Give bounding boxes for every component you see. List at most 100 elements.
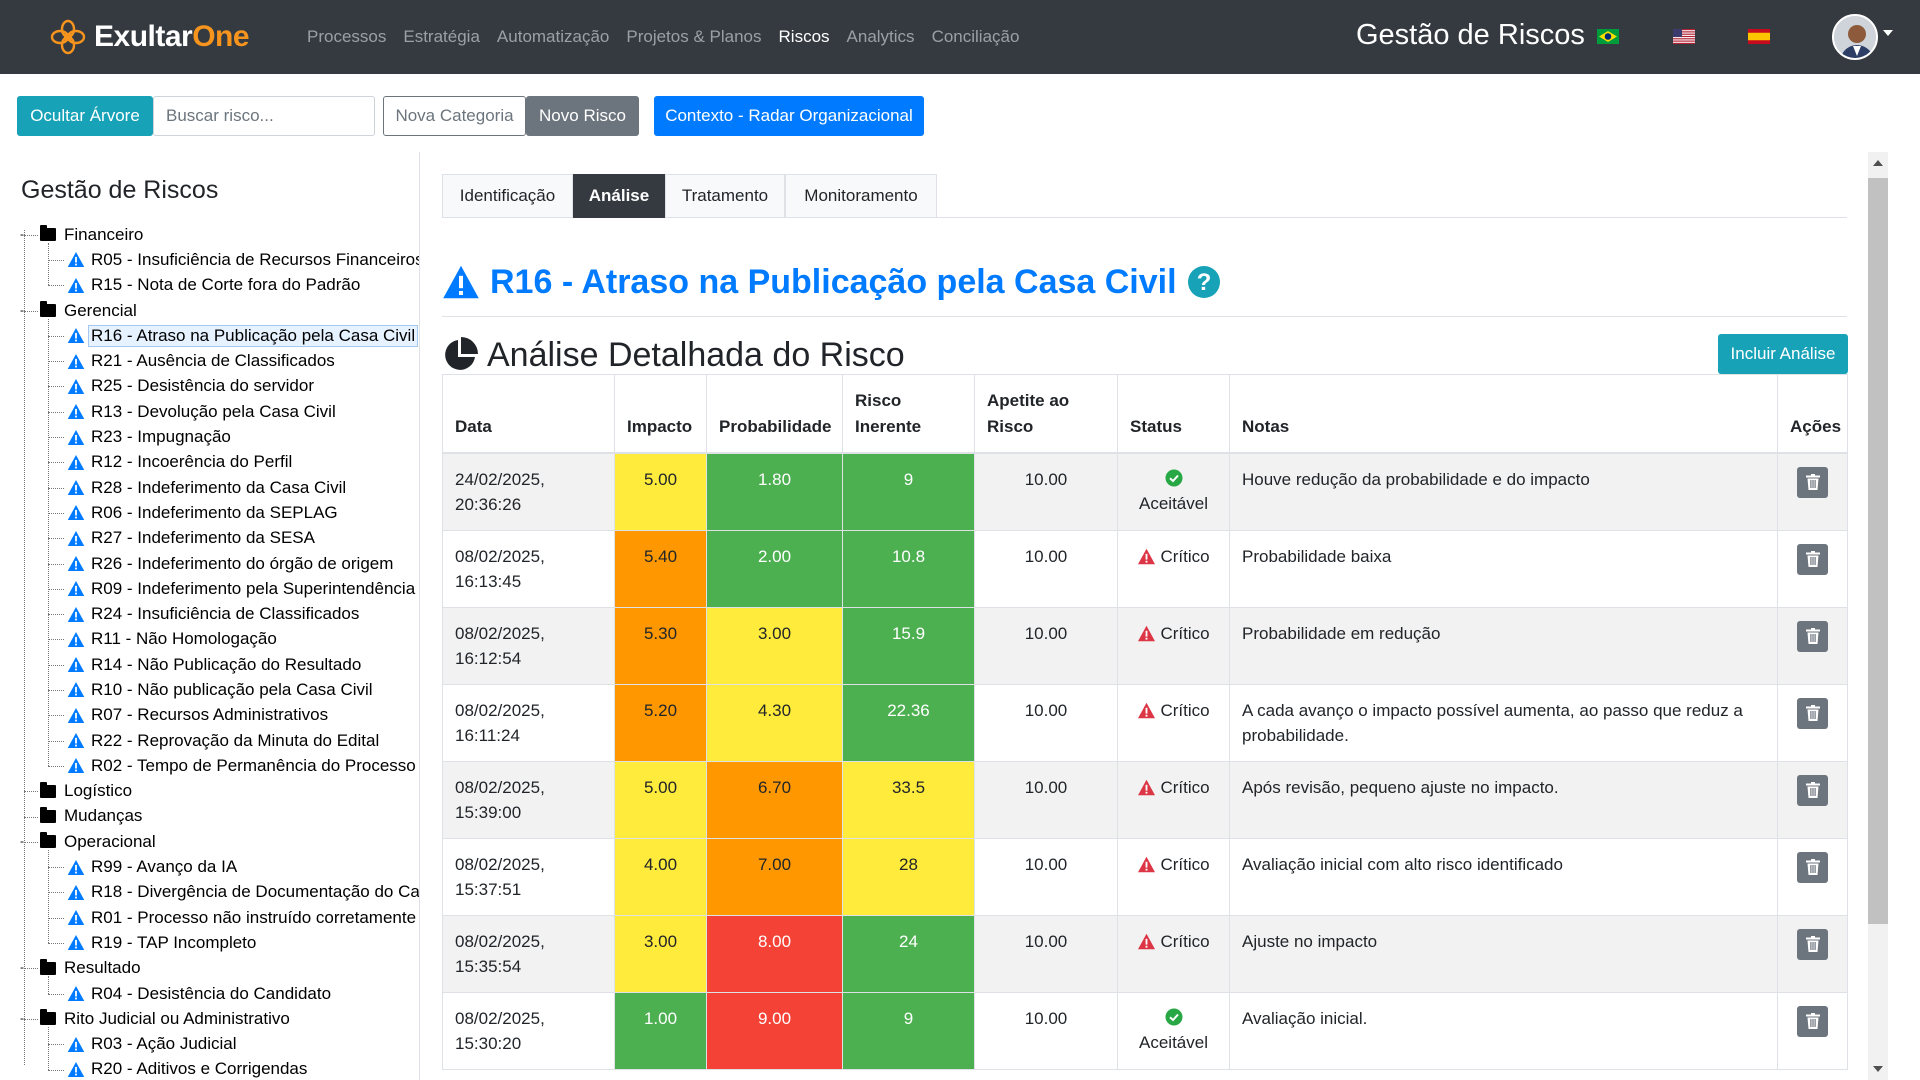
add-analysis-button[interactable]: Incluir Análise bbox=[1718, 334, 1848, 374]
date-value: 08/02/2025, bbox=[455, 1008, 545, 1028]
tree-collapse-icon[interactable]: - bbox=[20, 835, 24, 847]
nav-link-processos[interactable]: Processos bbox=[307, 27, 386, 47]
cell-impact: 5.00 bbox=[614, 452, 707, 531]
folder-icon bbox=[40, 806, 56, 823]
col-header-inherent-risk[interactable]: Risco Inerente bbox=[842, 374, 975, 454]
tree-collapse-icon[interactable]: - bbox=[20, 961, 24, 973]
help-icon[interactable]: ? bbox=[1187, 265, 1221, 299]
folder-icon bbox=[40, 781, 56, 798]
tree-category[interactable]: Resultado bbox=[0, 956, 419, 981]
tree-category[interactable]: Logístico bbox=[0, 779, 419, 804]
tree-connector bbox=[48, 740, 64, 742]
tree-connector bbox=[48, 462, 64, 464]
cell-inherent-risk: 22.36 bbox=[842, 683, 975, 762]
risk-warning-icon bbox=[67, 378, 85, 394]
new-risk-button[interactable]: Novo Risco bbox=[526, 96, 639, 136]
cell-date: 08/02/2025, 15:39:00 bbox=[442, 760, 615, 839]
tab-monitoramento[interactable]: Monitoramento bbox=[785, 174, 937, 218]
delete-analysis-button[interactable] bbox=[1797, 466, 1828, 498]
col-header-impact[interactable]: Impacto bbox=[614, 374, 707, 454]
tab-identificacao[interactable]: Identificação bbox=[442, 174, 573, 218]
user-menu-caret-icon[interactable] bbox=[1883, 30, 1893, 36]
user-avatar[interactable] bbox=[1832, 14, 1878, 60]
brazil-flag-icon[interactable] bbox=[1597, 29, 1619, 44]
scroll-down-arrow-icon[interactable] bbox=[1873, 1066, 1883, 1072]
delete-analysis-button[interactable] bbox=[1797, 543, 1828, 575]
col-header-status[interactable]: Status bbox=[1117, 374, 1230, 454]
nav-link-projetos-planos[interactable]: Projetos & Planos bbox=[626, 27, 761, 47]
tree-category[interactable]: Gerencial bbox=[0, 298, 419, 323]
cell-impact: 3.00 bbox=[614, 914, 707, 993]
status-critical: Crítico bbox=[1130, 698, 1217, 723]
col-header-notes[interactable]: Notas bbox=[1229, 374, 1778, 454]
risk-warning-icon bbox=[67, 682, 85, 698]
context-radar-button[interactable]: Contexto - Radar Organizacional bbox=[654, 96, 924, 136]
tree-risk-label: R04 - Desistência do Candidato bbox=[91, 983, 332, 1003]
main-nav: Processos Estratégia Automatização Proje… bbox=[307, 0, 1036, 74]
delete-analysis-button[interactable] bbox=[1797, 851, 1828, 883]
analysis-table: Data Impacto Probabilidade Risco Inerente… bbox=[442, 374, 1848, 1070]
tab-tratamento[interactable]: Tratamento bbox=[665, 174, 785, 218]
status-label: Crítico bbox=[1160, 546, 1210, 566]
time-value: 16:12:54 bbox=[455, 648, 522, 668]
delete-analysis-button[interactable] bbox=[1797, 928, 1828, 960]
tree-category-label: Mudanças bbox=[64, 806, 143, 826]
col-header-date[interactable]: Data bbox=[442, 374, 615, 454]
nav-link-riscos[interactable]: Riscos bbox=[779, 27, 830, 47]
delete-analysis-button[interactable] bbox=[1797, 1005, 1828, 1037]
tree-risk-label: R99 - Avanço da IA bbox=[91, 857, 238, 877]
delete-analysis-button[interactable] bbox=[1797, 697, 1828, 729]
delete-analysis-button[interactable] bbox=[1797, 774, 1828, 806]
cell-actions bbox=[1777, 683, 1848, 762]
tree-collapse-icon[interactable]: - bbox=[20, 1012, 24, 1024]
cell-impact: 5.20 bbox=[614, 683, 707, 762]
tab-analise[interactable]: Análise bbox=[573, 174, 665, 218]
tree-collapse-icon[interactable]: - bbox=[20, 304, 24, 316]
cell-notes: Após revisão, pequeno ajuste no impacto. bbox=[1229, 760, 1778, 839]
cell-inherent-risk: 28 bbox=[842, 837, 975, 916]
usa-flag-icon[interactable] bbox=[1673, 29, 1695, 44]
risk-warning-icon bbox=[67, 1061, 85, 1077]
delete-analysis-button[interactable] bbox=[1797, 620, 1828, 652]
date-value: 08/02/2025, bbox=[455, 777, 545, 797]
spain-flag-icon[interactable] bbox=[1748, 29, 1770, 44]
tree-risk-label: R02 - Tempo de Permanência do Processo n… bbox=[91, 755, 420, 775]
status-critical: Crítico bbox=[1130, 775, 1217, 800]
scrollbar-thumb[interactable] bbox=[1868, 178, 1888, 924]
status-label: Crítico bbox=[1160, 700, 1210, 720]
analysis-row: 08/02/2025, 15:37:51 4.00 7.00 28 10.00 Crític… bbox=[442, 837, 1848, 916]
tree-connector bbox=[48, 614, 64, 616]
analysis-table-body: 24/02/2025, 20:36:26 5.00 1.80 9 10.00 Aceitáv… bbox=[442, 452, 1848, 1070]
tree-risk-item[interactable]: R20 - Aditivos e Corrigendas bbox=[0, 1057, 419, 1080]
risk-warning-icon bbox=[67, 404, 85, 420]
tree-connector bbox=[24, 310, 38, 312]
cell-inherent-risk: 15.9 bbox=[842, 606, 975, 685]
nav-link-automatizacao[interactable]: Automatização bbox=[497, 27, 609, 47]
top-navbar: ExultarOne Processos Estratégia Automati… bbox=[0, 0, 1920, 74]
cell-probability: 9.00 bbox=[706, 991, 843, 1070]
tree-category[interactable]: Rito Judicial ou Administrativo bbox=[0, 1006, 419, 1031]
tree-connector bbox=[48, 690, 64, 692]
col-header-probability[interactable]: Probabilidade bbox=[706, 374, 843, 454]
col-header-risk-appetite[interactable]: Apetite ao Risco bbox=[974, 374, 1118, 454]
cell-risk-appetite: 10.00 bbox=[974, 914, 1118, 993]
brand-logo[interactable]: ExultarOne bbox=[48, 18, 250, 56]
scroll-up-arrow-icon[interactable] bbox=[1873, 160, 1883, 166]
tree-category[interactable]: Financeiro bbox=[0, 222, 419, 247]
tree-category[interactable]: Operacional bbox=[0, 829, 419, 854]
search-risk-input[interactable] bbox=[153, 96, 375, 136]
tree-category[interactable]: Mudanças bbox=[0, 804, 419, 829]
cell-status: Crítico bbox=[1117, 606, 1230, 685]
tree-collapse-icon[interactable]: - bbox=[20, 228, 24, 240]
nav-link-estrategia[interactable]: Estratégia bbox=[403, 27, 480, 47]
tree-connector bbox=[48, 259, 64, 261]
critical-warning-icon bbox=[1138, 856, 1156, 872]
new-category-button[interactable]: Nova Categoria bbox=[383, 96, 526, 136]
page-scrollbar[interactable] bbox=[1868, 152, 1888, 1080]
nav-link-conciliacao[interactable]: Conciliação bbox=[932, 27, 1020, 47]
cell-date: 08/02/2025, 16:12:54 bbox=[442, 606, 615, 685]
nav-link-analytics[interactable]: Analytics bbox=[847, 27, 915, 47]
cell-date: 08/02/2025, 15:37:51 bbox=[442, 837, 615, 916]
cell-impact: 4.00 bbox=[614, 837, 707, 916]
hide-tree-button[interactable]: Ocultar Árvore bbox=[17, 96, 153, 136]
